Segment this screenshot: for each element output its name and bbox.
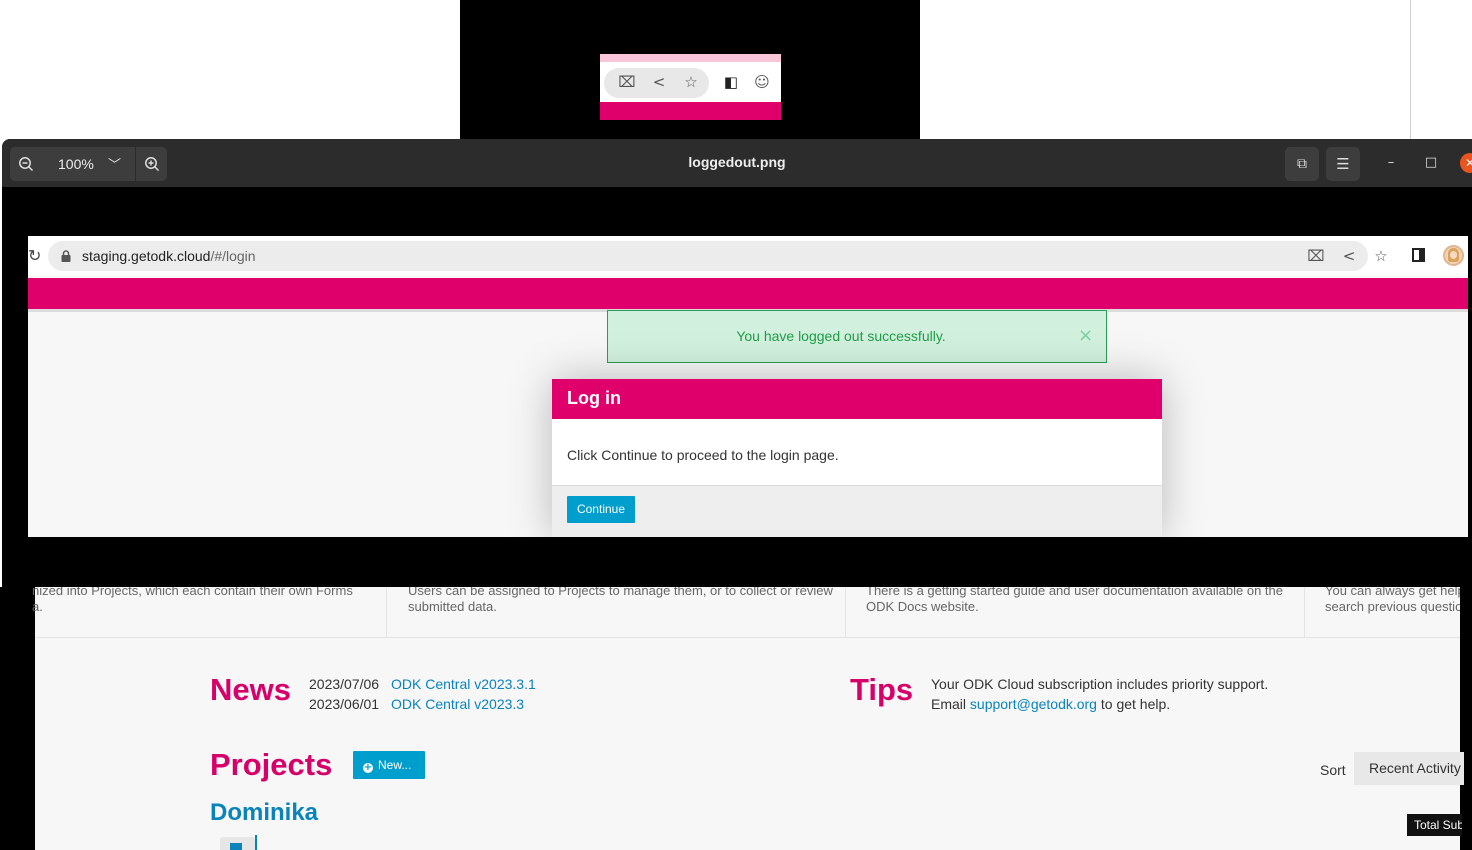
info-column-docs: There is a getting started guide and use… bbox=[847, 583, 1305, 637]
tooltip: Total Sub bbox=[1407, 814, 1462, 836]
news-date: 2023/06/01 bbox=[309, 696, 380, 712]
image-viewer-window: 100% ﹀ loggedout.png ⧉ ☰ – □ ✕ ↻ staging… bbox=[2, 139, 1472, 587]
background-left-strip bbox=[8, 587, 35, 850]
info-text: There is a getting started guide and use… bbox=[866, 583, 1283, 614]
news-heading: News bbox=[210, 672, 291, 707]
avatar-face bbox=[1450, 251, 1457, 259]
rotate-button[interactable]: ⧉ bbox=[1285, 147, 1319, 181]
crop-pink-line bbox=[600, 54, 781, 62]
url-host: staging.getodk.cloud bbox=[82, 248, 211, 264]
info-column-users: Users can be assigned to Projects to man… bbox=[388, 583, 846, 637]
projects-heading: Projects bbox=[210, 747, 333, 782]
lock-icon bbox=[61, 250, 71, 262]
address-bar[interactable]: staging.getodk.cloud/#/login ⌧ < bbox=[48, 241, 1368, 271]
modal-footer: Continue bbox=[552, 485, 1162, 537]
odk-home-page-background: nized into Projects, which each contain … bbox=[32, 583, 1464, 850]
modal-body-text: Click Continue to proceed to the login p… bbox=[567, 447, 839, 463]
side-panel-icon: ◧ bbox=[723, 73, 739, 91]
crop-pink-navbar bbox=[600, 102, 781, 120]
alert-message: You have logged out successfully. bbox=[736, 328, 946, 344]
star-icon[interactable]: ☆ bbox=[1371, 246, 1391, 266]
profile-avatar[interactable] bbox=[1443, 245, 1464, 266]
tips-line: Your ODK Cloud subscription includes pri… bbox=[931, 676, 1269, 692]
viewer-titlebar: 100% ﹀ loggedout.png ⧉ ☰ – □ ✕ bbox=[2, 139, 1472, 187]
new-button-label: New... bbox=[378, 758, 412, 772]
hamburger-icon: ☰ bbox=[1336, 155, 1350, 173]
translate-icon[interactable]: ⌧ bbox=[1306, 246, 1326, 266]
info-column-help: You can always get help search previous q… bbox=[1306, 587, 1460, 637]
news-link[interactable]: ODK Central v2023.3 bbox=[391, 696, 524, 712]
main-menu-button[interactable]: ☰ bbox=[1326, 147, 1360, 181]
section-divider bbox=[35, 637, 1460, 638]
tips-text: Email bbox=[931, 696, 970, 712]
info-text: nized into Projects, which each contain … bbox=[32, 583, 353, 614]
logout-success-alert: You have logged out successfully. × bbox=[607, 310, 1107, 363]
continue-button[interactable]: Continue bbox=[567, 496, 635, 523]
sort-label: Sort bbox=[1320, 762, 1346, 778]
odk-navbar bbox=[28, 278, 1468, 309]
project-name-link[interactable]: Dominika bbox=[210, 799, 318, 827]
maximize-button[interactable]: □ bbox=[1421, 153, 1441, 173]
plus-circle-icon: + bbox=[363, 762, 373, 773]
new-project-button[interactable]: + New... bbox=[353, 751, 425, 779]
news-link[interactable]: ODK Central v2023.3.1 bbox=[391, 676, 536, 692]
url-text: staging.getodk.cloud/#/login bbox=[82, 248, 256, 264]
info-text: Users can be assigned to Projects to man… bbox=[408, 583, 833, 614]
alert-close-button[interactable]: × bbox=[1078, 325, 1093, 346]
displayed-image: ↻ staging.getodk.cloud/#/login ⌧ < ☆ You… bbox=[28, 236, 1468, 537]
modal-header: Log in bbox=[552, 379, 1162, 419]
translate-icon: ⌧ bbox=[618, 73, 636, 91]
tips-heading: Tips bbox=[850, 672, 914, 707]
star-icon: ☆ bbox=[684, 73, 698, 91]
side-panel-icon[interactable] bbox=[1412, 248, 1425, 262]
support-email-link[interactable]: support@getodk.org bbox=[970, 696, 1097, 712]
login-modal: Log in Click Continue to proceed to the … bbox=[552, 379, 1162, 537]
minimize-button[interactable]: – bbox=[1381, 153, 1401, 173]
tips-text: to get help. bbox=[1096, 696, 1171, 712]
window-title: loggedout.png bbox=[688, 154, 786, 170]
news-date: 2023/07/06 bbox=[309, 676, 380, 692]
close-button[interactable]: ✕ bbox=[1460, 153, 1472, 173]
info-text: You can always get help search previous q… bbox=[1325, 587, 1460, 614]
form-icon bbox=[230, 843, 242, 850]
tips-line: Email support@getodk.org to get help. bbox=[931, 696, 1170, 712]
sort-select[interactable]: Recent Activity bbox=[1354, 752, 1464, 785]
url-path: /#/login bbox=[210, 248, 256, 264]
rotate-icon: ⧉ bbox=[1297, 156, 1307, 172]
background-window-edge bbox=[1410, 0, 1411, 140]
info-column-projects: nized into Projects, which each contain … bbox=[32, 583, 387, 637]
form-row-marker bbox=[255, 835, 257, 850]
modal-title: Log in bbox=[567, 388, 621, 408]
reload-icon[interactable]: ↻ bbox=[28, 246, 41, 265]
share-icon[interactable]: < bbox=[1339, 246, 1359, 266]
share-icon: < bbox=[652, 73, 666, 91]
profile-avatar-icon: ☺ bbox=[754, 73, 770, 91]
browser-toolbar: ↻ staging.getodk.cloud/#/login ⌧ < ☆ bbox=[28, 236, 1468, 276]
background-browser-toolbar-crop: ⌧ < ☆ ◧ ☺ bbox=[600, 54, 781, 120]
